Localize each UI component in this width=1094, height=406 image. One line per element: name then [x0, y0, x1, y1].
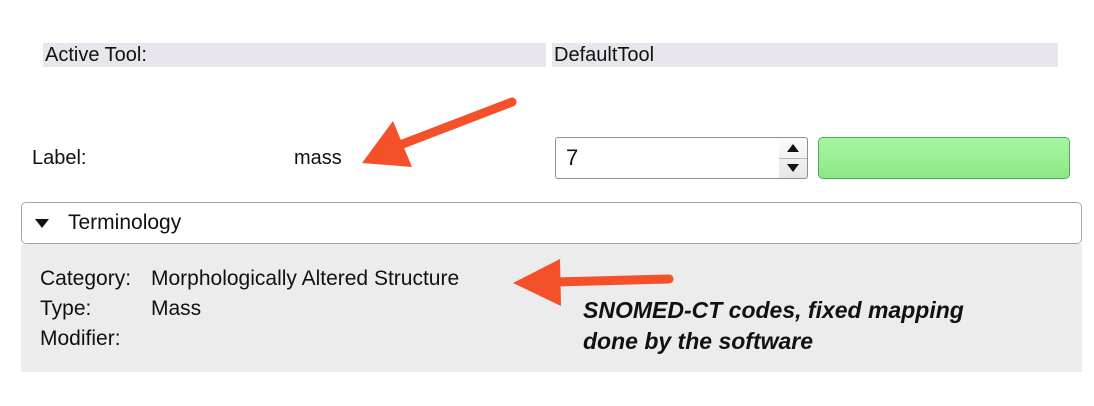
arrow-to-label-name	[362, 97, 517, 167]
annotation-arrows	[362, 97, 674, 306]
arrow-to-category	[513, 259, 674, 306]
